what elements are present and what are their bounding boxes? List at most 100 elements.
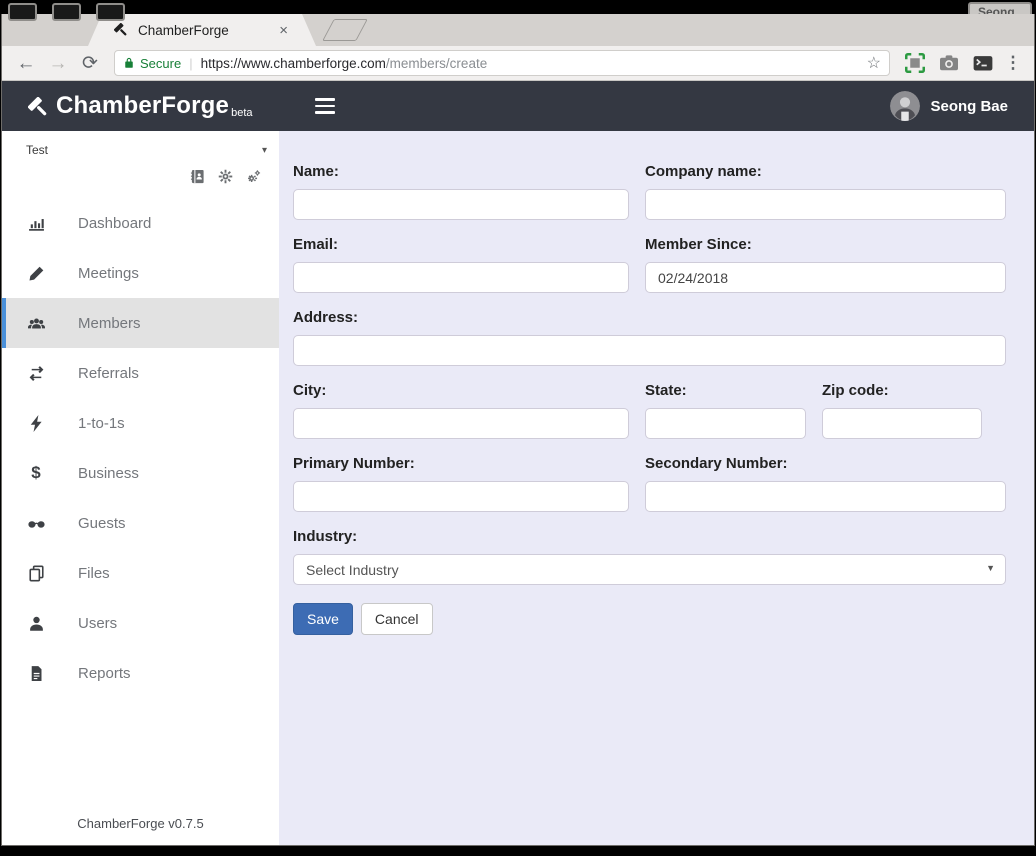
pencil-icon <box>24 265 48 282</box>
industry-label: Industry: <box>293 528 1006 545</box>
email-label: Email: <box>293 236 629 253</box>
sidebar-tool-icons <box>2 157 279 184</box>
save-button[interactable]: Save <box>293 603 353 635</box>
browser-toolbar: ← → ⟳ Secure | https://www.chamberforge.… <box>2 46 1034 81</box>
email-field[interactable] <box>293 262 629 293</box>
user-icon <box>24 615 48 632</box>
user-avatar <box>890 91 920 121</box>
address-bar[interactable]: Secure | https://www.chamberforge.com/me… <box>114 50 890 76</box>
brand-logo[interactable]: ChamberForge beta <box>28 92 253 120</box>
company-name-label: Company name: <box>645 163 1006 180</box>
url-domain: https://www.chamberforge.com <box>201 56 386 71</box>
sidebar-item-label: 1-to-1s <box>78 415 125 432</box>
brand-beta-tag: beta <box>231 107 252 119</box>
sidebar-item-reports[interactable]: Reports <box>2 648 279 698</box>
browser-menu-icon[interactable]: ⋮ <box>1002 53 1024 73</box>
navbar-user-name: Seong Bae <box>930 98 1008 115</box>
sidebar-item-dashboard[interactable]: Dashboard <box>2 198 279 248</box>
desktop-user-badge: Seong <box>968 0 1032 14</box>
bookmark-star-icon[interactable]: ☆ <box>867 53 881 73</box>
org-dropdown-caret-icon: ▾ <box>262 145 267 156</box>
zip-code-label: Zip code: <box>822 382 982 399</box>
url-path: /members/create <box>386 56 487 71</box>
address-field[interactable] <box>293 335 1006 366</box>
tab-title: ChamberForge <box>138 23 277 38</box>
sidebar-item-referrals[interactable]: Referrals <box>2 348 279 398</box>
gavel-logo-icon <box>28 97 50 119</box>
gear-icon[interactable] <box>218 169 233 184</box>
navbar-user-menu[interactable]: Seong Bae <box>890 91 1008 121</box>
company-name-field[interactable] <box>645 189 1006 220</box>
desktop-user-badge-label: Seong <box>968 2 1032 14</box>
exchange-arrows-icon <box>24 365 48 382</box>
gavel-favicon-icon <box>114 23 129 38</box>
screenshot-extension-icon[interactable] <box>905 53 925 73</box>
cogs-icon[interactable] <box>246 169 261 184</box>
app-version-label: ChamberForge v0.7.5 <box>2 816 279 845</box>
name-field[interactable] <box>293 189 629 220</box>
document-icon <box>24 665 48 682</box>
name-label: Name: <box>293 163 629 180</box>
padlock-icon <box>123 56 135 70</box>
sidebar-item-business[interactable]: $ Business <box>2 448 279 498</box>
window-minimize-button[interactable] <box>52 3 81 21</box>
org-selector[interactable]: Test ▾ <box>2 131 279 157</box>
sidebar-toggle-hamburger-icon[interactable] <box>311 94 339 118</box>
browser-window: ChamberForge × ← → ⟳ Secure | https://ww… <box>2 14 1034 845</box>
sidebar-item-label: Meetings <box>78 265 139 282</box>
back-icon[interactable]: ← <box>12 54 40 73</box>
industry-select[interactable]: Select Industry <box>293 554 1006 585</box>
secondary-number-field[interactable] <box>645 481 1006 512</box>
sidebar-item-label: Dashboard <box>78 215 151 232</box>
state-field[interactable] <box>645 408 806 439</box>
secure-label: Secure <box>140 56 181 71</box>
bar-chart-icon <box>24 215 48 232</box>
terminal-extension-icon[interactable] <box>973 53 993 73</box>
member-since-label: Member Since: <box>645 236 1006 253</box>
member-since-field[interactable] <box>645 262 1006 293</box>
sidebar-nav: Dashboard Meetings Members <box>2 198 279 698</box>
sidebar-item-label: Guests <box>78 515 126 532</box>
sidebar-item-meetings[interactable]: Meetings <box>2 248 279 298</box>
sidebar-item-label: Referrals <box>78 365 139 382</box>
tab-strip: ChamberForge × <box>2 14 1034 46</box>
app-navbar: ChamberForge beta Seong Bae <box>2 81 1034 131</box>
secondary-number-label: Secondary Number: <box>645 455 1006 472</box>
primary-number-field[interactable] <box>293 481 629 512</box>
sidebar-item-label: Reports <box>78 665 131 682</box>
brand-name: ChamberForge <box>56 92 229 120</box>
window-maximize-button[interactable] <box>96 3 125 21</box>
state-label: State: <box>645 382 806 399</box>
sidebar: Test ▾ <box>2 131 279 845</box>
sidebar-item-label: Users <box>78 615 117 632</box>
address-book-icon[interactable] <box>190 169 205 184</box>
cancel-button[interactable]: Cancel <box>361 603 433 635</box>
sidebar-item-label: Business <box>78 465 139 482</box>
glasses-icon <box>24 515 48 532</box>
address-label: Address: <box>293 309 1006 326</box>
sidebar-item-label: Members <box>78 315 141 332</box>
sidebar-item-1to1s[interactable]: 1-to-1s <box>2 398 279 448</box>
city-field[interactable] <box>293 408 629 439</box>
zip-code-field[interactable] <box>822 408 982 439</box>
sidebar-item-users[interactable]: Users <box>2 598 279 648</box>
new-tab-button[interactable] <box>322 19 368 41</box>
forward-icon[interactable]: → <box>44 54 72 73</box>
window-close-button[interactable] <box>8 3 37 21</box>
sidebar-item-label: Files <box>78 565 110 582</box>
dollar-sign-icon: $ <box>24 463 48 483</box>
sidebar-item-members[interactable]: Members <box>2 298 279 348</box>
sidebar-item-guests[interactable]: Guests <box>2 498 279 548</box>
os-titlebar: Seong <box>0 0 1036 14</box>
primary-number-label: Primary Number: <box>293 455 629 472</box>
org-selector-label: Test <box>26 143 48 157</box>
users-group-icon <box>24 315 48 332</box>
refresh-icon[interactable]: ⟳ <box>76 54 104 73</box>
create-member-form: Name: Company name: Email: Member Since: <box>279 131 1034 845</box>
lightning-bolt-icon <box>24 415 48 432</box>
tab-close-icon[interactable]: × <box>277 23 290 38</box>
sidebar-item-files[interactable]: Files <box>2 548 279 598</box>
camera-extension-icon[interactable] <box>939 53 959 73</box>
city-label: City: <box>293 382 629 399</box>
url-separator: | <box>189 56 192 71</box>
